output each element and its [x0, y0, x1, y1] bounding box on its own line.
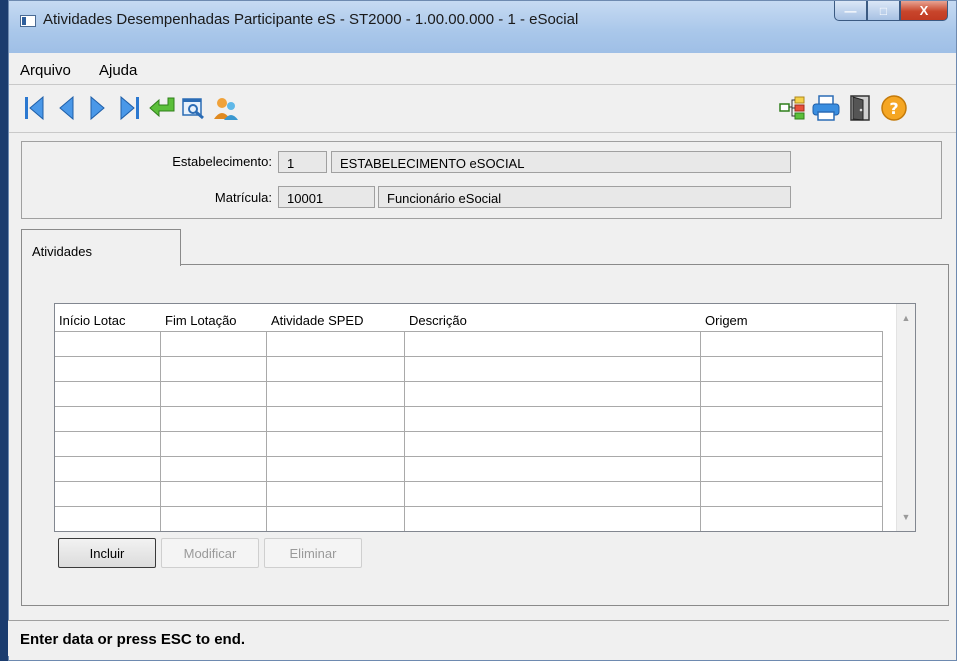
- row-divider: [55, 481, 883, 482]
- row-divider: [55, 431, 883, 432]
- column-header-atividade-sped[interactable]: Atividade SPED: [267, 304, 404, 331]
- window-title: Atividades Desempenhadas Participante eS…: [43, 11, 579, 28]
- row-divider: [55, 506, 883, 507]
- maximize-button[interactable]: □: [867, 1, 900, 21]
- tab-atividades-label: Atividades: [32, 244, 92, 259]
- users-button[interactable]: [211, 93, 241, 123]
- maximize-icon: □: [879, 3, 888, 18]
- previous-record-icon: [59, 95, 74, 121]
- search-icon: [182, 98, 204, 120]
- column-header-fim-lotacao[interactable]: Fim Lotação: [161, 304, 266, 331]
- tree-structure-button[interactable]: [777, 93, 807, 123]
- go-to-button[interactable]: [147, 93, 177, 123]
- scroll-down-icon[interactable]: ▼: [901, 512, 911, 522]
- column-header-descricao[interactable]: Descrição: [405, 304, 700, 331]
- column-header-origem[interactable]: Origem: [701, 304, 881, 331]
- next-record-button[interactable]: [83, 93, 113, 123]
- menu-ajuda[interactable]: Ajuda: [99, 62, 137, 79]
- row-divider: [55, 331, 883, 332]
- last-record-icon: [120, 95, 139, 121]
- estabelecimento-name-field: ESTABELECIMENTO eSOCIAL: [331, 151, 791, 173]
- close-icon: X: [919, 3, 929, 18]
- matricula-code-field[interactable]: 10001: [278, 186, 375, 208]
- row-divider: [55, 381, 883, 382]
- window-controls: — □ X: [834, 1, 948, 23]
- minimize-button[interactable]: —: [834, 1, 867, 21]
- close-button[interactable]: X: [900, 1, 948, 21]
- help-glyph: ?: [889, 99, 898, 118]
- last-record-button[interactable]: [115, 93, 145, 123]
- menu-arquivo[interactable]: Arquivo: [20, 62, 71, 79]
- minimize-icon: —: [844, 3, 857, 18]
- help-icon: ?: [881, 95, 907, 121]
- exit-door-icon: [850, 95, 870, 121]
- row-divider: [55, 406, 883, 407]
- modificar-button[interactable]: Modificar: [161, 538, 259, 568]
- previous-record-button[interactable]: [51, 93, 81, 123]
- tree-structure-icon: [779, 96, 805, 120]
- exit-button[interactable]: [845, 93, 875, 123]
- print-button[interactable]: [811, 93, 841, 123]
- estabelecimento-code-field[interactable]: 1: [278, 151, 327, 173]
- row-divider: [55, 356, 883, 357]
- matricula-name-field: Funcionário eSocial: [378, 186, 791, 208]
- column-header-inicio-lotac[interactable]: Início Lotac: [55, 304, 160, 331]
- status-bar: Enter data or press ESC to end.: [8, 620, 949, 656]
- estabelecimento-label: Estabelecimento:: [172, 154, 272, 169]
- first-record-button[interactable]: [19, 93, 49, 123]
- next-record-icon: [90, 95, 105, 121]
- users-icon: [214, 98, 238, 120]
- go-to-icon: [149, 97, 175, 118]
- toolbar: ?: [9, 85, 956, 133]
- print-icon: [812, 95, 840, 121]
- activities-table[interactable]: Início Lotac Fim Lotação Atividade SPED …: [54, 303, 916, 532]
- help-button[interactable]: ?: [879, 93, 909, 123]
- menu-bar: Arquivo Ajuda: [9, 53, 956, 85]
- first-record-icon: [25, 95, 44, 121]
- search-button[interactable]: [179, 93, 209, 123]
- status-message: Enter data or press ESC to end.: [20, 631, 246, 648]
- application-window: Atividades Desempenhadas Participante eS…: [8, 0, 957, 661]
- app-icon: [20, 15, 36, 27]
- incluir-button[interactable]: Incluir: [58, 538, 156, 568]
- title-bar[interactable]: Atividades Desempenhadas Participante eS…: [9, 1, 956, 53]
- header-panel: Estabelecimento: 1 ESTABELECIMENTO eSOCI…: [21, 141, 942, 219]
- row-divider: [55, 456, 883, 457]
- tab-atividades[interactable]: Atividades: [21, 229, 181, 266]
- table-vertical-scrollbar[interactable]: ▲ ▼: [896, 304, 915, 531]
- matricula-label: Matrícula:: [214, 190, 272, 205]
- scroll-up-icon[interactable]: ▲: [901, 313, 911, 323]
- eliminar-button[interactable]: Eliminar: [264, 538, 362, 568]
